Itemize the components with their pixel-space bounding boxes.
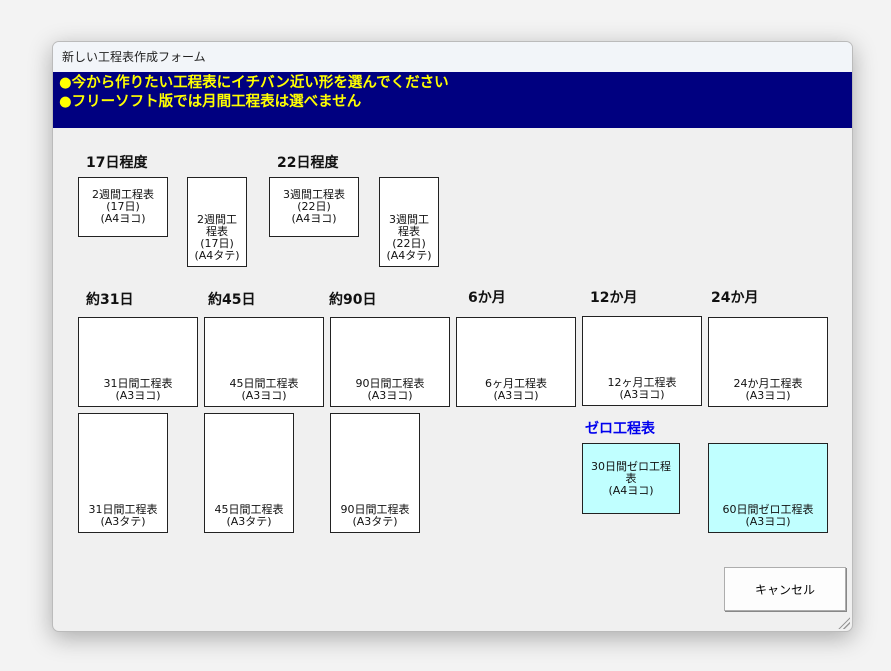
button-label: 45日間工程表 (A3ヨコ) (229, 377, 299, 402)
button-label: 3週間工程表 (22日) (A4ヨコ) (283, 188, 345, 225)
button-label: 60日間ゼロ工程表 (A3ヨコ) (722, 503, 814, 528)
45day-a3-landscape-button[interactable]: 45日間工程表 (A3ヨコ) (204, 317, 324, 407)
31day-a3-portrait-button[interactable]: 31日間工程表 (A3タテ) (78, 413, 168, 533)
12month-a3-landscape-button[interactable]: 12ヶ月工程表 (A3ヨコ) (582, 316, 702, 406)
section-90days: 約90日 (329, 292, 377, 308)
6month-a3-landscape-button[interactable]: 6ヶ月工程表 (A3ヨコ) (456, 317, 576, 407)
button-label: 45日間工程表 (A3タテ) (214, 503, 284, 528)
new-schedule-form-window: 新しい工程表作成フォーム ●今から作りたい工程表にイチバン近い形を選んでください… (52, 41, 853, 632)
title-bar: 新しい工程表作成フォーム (53, 42, 852, 72)
90day-a3-portrait-button[interactable]: 90日間工程表 (A3タテ) (330, 413, 420, 533)
button-label: 30日間ゼロ工程 表 (A4ヨコ) (591, 459, 671, 497)
cancel-button[interactable]: キャンセル (724, 567, 846, 611)
button-label: 3週間工 程表 (22日) (A4タテ) (386, 213, 432, 262)
button-label: 2週間工程表 (17日) (A4ヨコ) (92, 188, 154, 225)
section-22days: 22日程度 (277, 155, 339, 171)
section-12months: 12か月 (590, 290, 638, 306)
button-label: 6ヶ月工程表 (A3ヨコ) (485, 377, 547, 402)
31day-a3-landscape-button[interactable]: 31日間工程表 (A3ヨコ) (78, 317, 198, 407)
60day-zero-a3-button[interactable]: 60日間ゼロ工程表 (A3ヨコ) (708, 443, 828, 533)
section-31days: 約31日 (86, 292, 134, 308)
45day-a3-portrait-button[interactable]: 45日間工程表 (A3タテ) (204, 413, 294, 533)
button-label: 31日間工程表 (A3タテ) (88, 503, 158, 528)
section-6months: 6か月 (468, 290, 506, 306)
instruction-banner: ●今から作りたい工程表にイチバン近い形を選んでください ●フリーソフト版では月間… (53, 72, 852, 128)
section-45days: 約45日 (208, 292, 256, 308)
section-17days: 17日程度 (86, 155, 148, 171)
button-label: 12ヶ月工程表 (A3ヨコ) (607, 376, 677, 401)
two-week-a4-landscape-button[interactable]: 2週間工程表 (17日) (A4ヨコ) (78, 177, 168, 237)
instruction-line-1: ●今から作りたい工程表にイチバン近い形を選んでください (59, 75, 449, 91)
button-label: 2週間工 程表 (17日) (A4タテ) (194, 213, 240, 262)
button-label: 31日間工程表 (A3ヨコ) (103, 377, 173, 402)
three-week-a4-portrait-button[interactable]: 3週間工 程表 (22日) (A4タテ) (379, 177, 439, 267)
30day-zero-a4-button[interactable]: 30日間ゼロ工程 表 (A4ヨコ) (582, 443, 680, 514)
24month-a3-landscape-button[interactable]: 24か月工程表 (A3ヨコ) (708, 317, 828, 407)
90day-a3-landscape-button[interactable]: 90日間工程表 (A3ヨコ) (330, 317, 450, 407)
resize-grip-icon[interactable] (838, 617, 850, 629)
section-zero: ゼロ工程表 (585, 421, 655, 437)
three-week-a4-landscape-button[interactable]: 3週間工程表 (22日) (A4ヨコ) (269, 177, 359, 237)
section-24months: 24か月 (711, 290, 759, 306)
instruction-line-2: ●フリーソフト版では月間工程表は選べません (59, 94, 362, 110)
two-week-a4-portrait-button[interactable]: 2週間工 程表 (17日) (A4タテ) (187, 177, 247, 267)
button-label: 24か月工程表 (A3ヨコ) (733, 377, 803, 402)
button-label: 90日間工程表 (A3タテ) (340, 503, 410, 528)
button-label: 90日間工程表 (A3ヨコ) (355, 377, 425, 402)
